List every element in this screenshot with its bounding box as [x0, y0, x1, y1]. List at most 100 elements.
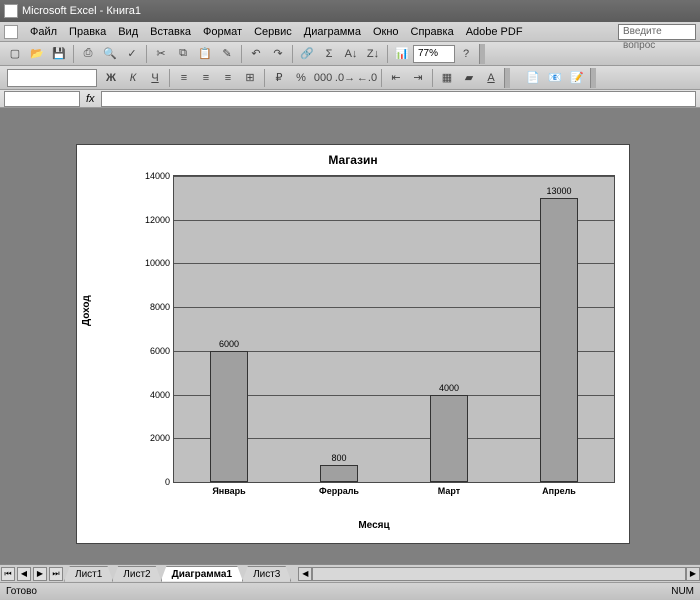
bold-icon[interactable]: Ж — [101, 68, 121, 88]
data-label: 6000 — [219, 339, 239, 349]
preview-icon[interactable]: 🔍 — [100, 44, 120, 64]
sheet-tab-Лист3[interactable]: Лист3 — [242, 566, 291, 582]
menu-adobe[interactable]: Adobe PDF — [460, 24, 529, 40]
hscroll-track[interactable] — [312, 567, 686, 581]
font-combo[interactable] — [7, 69, 97, 87]
save-icon[interactable]: 💾 — [49, 44, 69, 64]
copy-icon[interactable]: ⧉ — [173, 44, 193, 64]
redo-icon[interactable]: ↷ — [268, 44, 288, 64]
menubar: Файл Правка Вид Вставка Формат Сервис Ди… — [0, 22, 700, 42]
toolbar3-options-icon[interactable] — [590, 68, 596, 88]
zoom-combo[interactable]: 77% — [413, 45, 455, 63]
print-icon[interactable]: ⎙ — [78, 44, 98, 64]
bar-Март[interactable] — [430, 395, 469, 482]
help-search[interactable]: Введите вопрос — [618, 24, 696, 40]
align-left-icon[interactable]: ≡ — [174, 68, 194, 88]
undo-icon[interactable]: ↶ — [246, 44, 266, 64]
y-tick-label: 12000 — [138, 215, 170, 225]
x-axis-title[interactable]: Месяц — [358, 520, 389, 531]
menu-view[interactable]: Вид — [112, 24, 144, 40]
menu-help[interactable]: Справка — [405, 24, 460, 40]
dec-indent-icon[interactable]: ⇤ — [386, 68, 406, 88]
x-tick-label: Январь — [212, 486, 245, 496]
data-label: 4000 — [439, 383, 459, 393]
new-icon[interactable]: ▢ — [5, 44, 25, 64]
italic-icon[interactable]: К — [123, 68, 143, 88]
tab-nav-last-icon[interactable]: ⏭ — [49, 567, 63, 581]
y-tick-label: 14000 — [138, 171, 170, 181]
menu-window[interactable]: Окно — [367, 24, 405, 40]
statusbar: Готово NUM — [0, 582, 700, 600]
gridline — [174, 176, 614, 177]
menu-edit[interactable]: Правка — [63, 24, 112, 40]
plot-area[interactable]: Доход 0200040006000800010000120001400060… — [133, 175, 615, 501]
pdf-email-icon[interactable]: 📧 — [545, 68, 565, 88]
tab-nav-first-icon[interactable]: ⏮ — [1, 567, 15, 581]
hscroll-left-icon[interactable]: ◀ — [298, 567, 312, 581]
x-tick-label: Апрель — [542, 486, 576, 496]
percent-icon[interactable]: % — [291, 68, 311, 88]
bar-Апрель[interactable] — [540, 198, 579, 482]
y-tick-label: 6000 — [138, 346, 170, 356]
align-right-icon[interactable]: ≡ — [218, 68, 238, 88]
font-color-icon[interactable]: A — [481, 68, 501, 88]
y-tick-label: 0 — [138, 477, 170, 487]
menu-format[interactable]: Формат — [197, 24, 248, 40]
help-icon[interactable]: ? — [456, 44, 476, 64]
pdf-review-icon[interactable]: 📝 — [567, 68, 587, 88]
pdf-convert-icon[interactable]: 📄 — [523, 68, 543, 88]
bar-Январь[interactable] — [210, 351, 249, 482]
toolbar-format: Ж К Ч ≡ ≡ ≡ ⊞ ₽ % 000 .0→ ←.0 ⇤ ⇥ ▦ ▰ A … — [0, 66, 700, 90]
name-box[interactable] — [4, 91, 80, 107]
chart-object[interactable]: Магазин Доход 02000400060008000100001200… — [76, 144, 630, 544]
link-icon[interactable]: 🔗 — [297, 44, 317, 64]
cut-icon[interactable]: ✂ — [151, 44, 171, 64]
y-tick-label: 8000 — [138, 302, 170, 312]
fx-label[interactable]: fx — [86, 93, 95, 105]
x-tick-label: Март — [438, 486, 460, 496]
workbook-icon[interactable] — [4, 25, 18, 39]
tab-nav-next-icon[interactable]: ▶ — [33, 567, 47, 581]
sheet-tab-Лист1[interactable]: Лист1 — [64, 566, 113, 582]
align-center-icon[interactable]: ≡ — [196, 68, 216, 88]
bar-Ферраль[interactable] — [320, 465, 359, 482]
formula-input[interactable] — [101, 91, 696, 107]
inc-decimal-icon[interactable]: .0→ — [335, 68, 355, 88]
hscroll-right-icon[interactable]: ▶ — [686, 567, 700, 581]
chart-title[interactable]: Магазин — [77, 153, 629, 167]
fill-color-icon[interactable]: ▰ — [459, 68, 479, 88]
sheet-tab-Диаграмма1[interactable]: Диаграмма1 — [161, 566, 243, 582]
spell-icon[interactable]: ✓ — [122, 44, 142, 64]
merge-icon[interactable]: ⊞ — [240, 68, 260, 88]
toolbar2-options-icon[interactable] — [504, 68, 510, 88]
sheet-tab-Лист2[interactable]: Лист2 — [112, 566, 161, 582]
y-axis-title[interactable]: Доход — [81, 295, 92, 326]
app-title: Microsoft Excel - Книга1 — [22, 5, 141, 17]
menu-tools[interactable]: Сервис — [248, 24, 298, 40]
comma-icon[interactable]: 000 — [313, 68, 333, 88]
underline-icon[interactable]: Ч — [145, 68, 165, 88]
status-num: NUM — [671, 586, 694, 597]
borders-icon[interactable]: ▦ — [437, 68, 457, 88]
inc-indent-icon[interactable]: ⇥ — [408, 68, 428, 88]
sum-icon[interactable]: Σ — [319, 44, 339, 64]
toolbar-options-icon[interactable] — [479, 44, 485, 64]
chart-wizard-icon[interactable]: 📊 — [392, 44, 412, 64]
menu-file[interactable]: Файл — [24, 24, 63, 40]
open-icon[interactable]: 📂 — [27, 44, 47, 64]
status-ready: Готово — [6, 586, 37, 597]
excel-icon — [4, 4, 18, 18]
y-tick-label: 10000 — [138, 258, 170, 268]
dec-decimal-icon[interactable]: ←.0 — [357, 68, 377, 88]
workarea: Магазин Доход 02000400060008000100001200… — [0, 108, 700, 582]
sort-desc-icon[interactable]: Z↓ — [363, 44, 383, 64]
tab-nav-prev-icon[interactable]: ◀ — [17, 567, 31, 581]
data-label: 800 — [331, 453, 346, 463]
menu-chart[interactable]: Диаграмма — [298, 24, 367, 40]
sort-asc-icon[interactable]: A↓ — [341, 44, 361, 64]
menu-insert[interactable]: Вставка — [144, 24, 197, 40]
paste-icon[interactable]: 📋 — [195, 44, 215, 64]
sheet-tab-bar: ⏮ ◀ ▶ ⏭ Лист1Лист2Диаграмма1Лист3 ◀ ▶ — [0, 564, 700, 582]
currency-icon[interactable]: ₽ — [269, 68, 289, 88]
format-painter-icon[interactable]: ✎ — [217, 44, 237, 64]
